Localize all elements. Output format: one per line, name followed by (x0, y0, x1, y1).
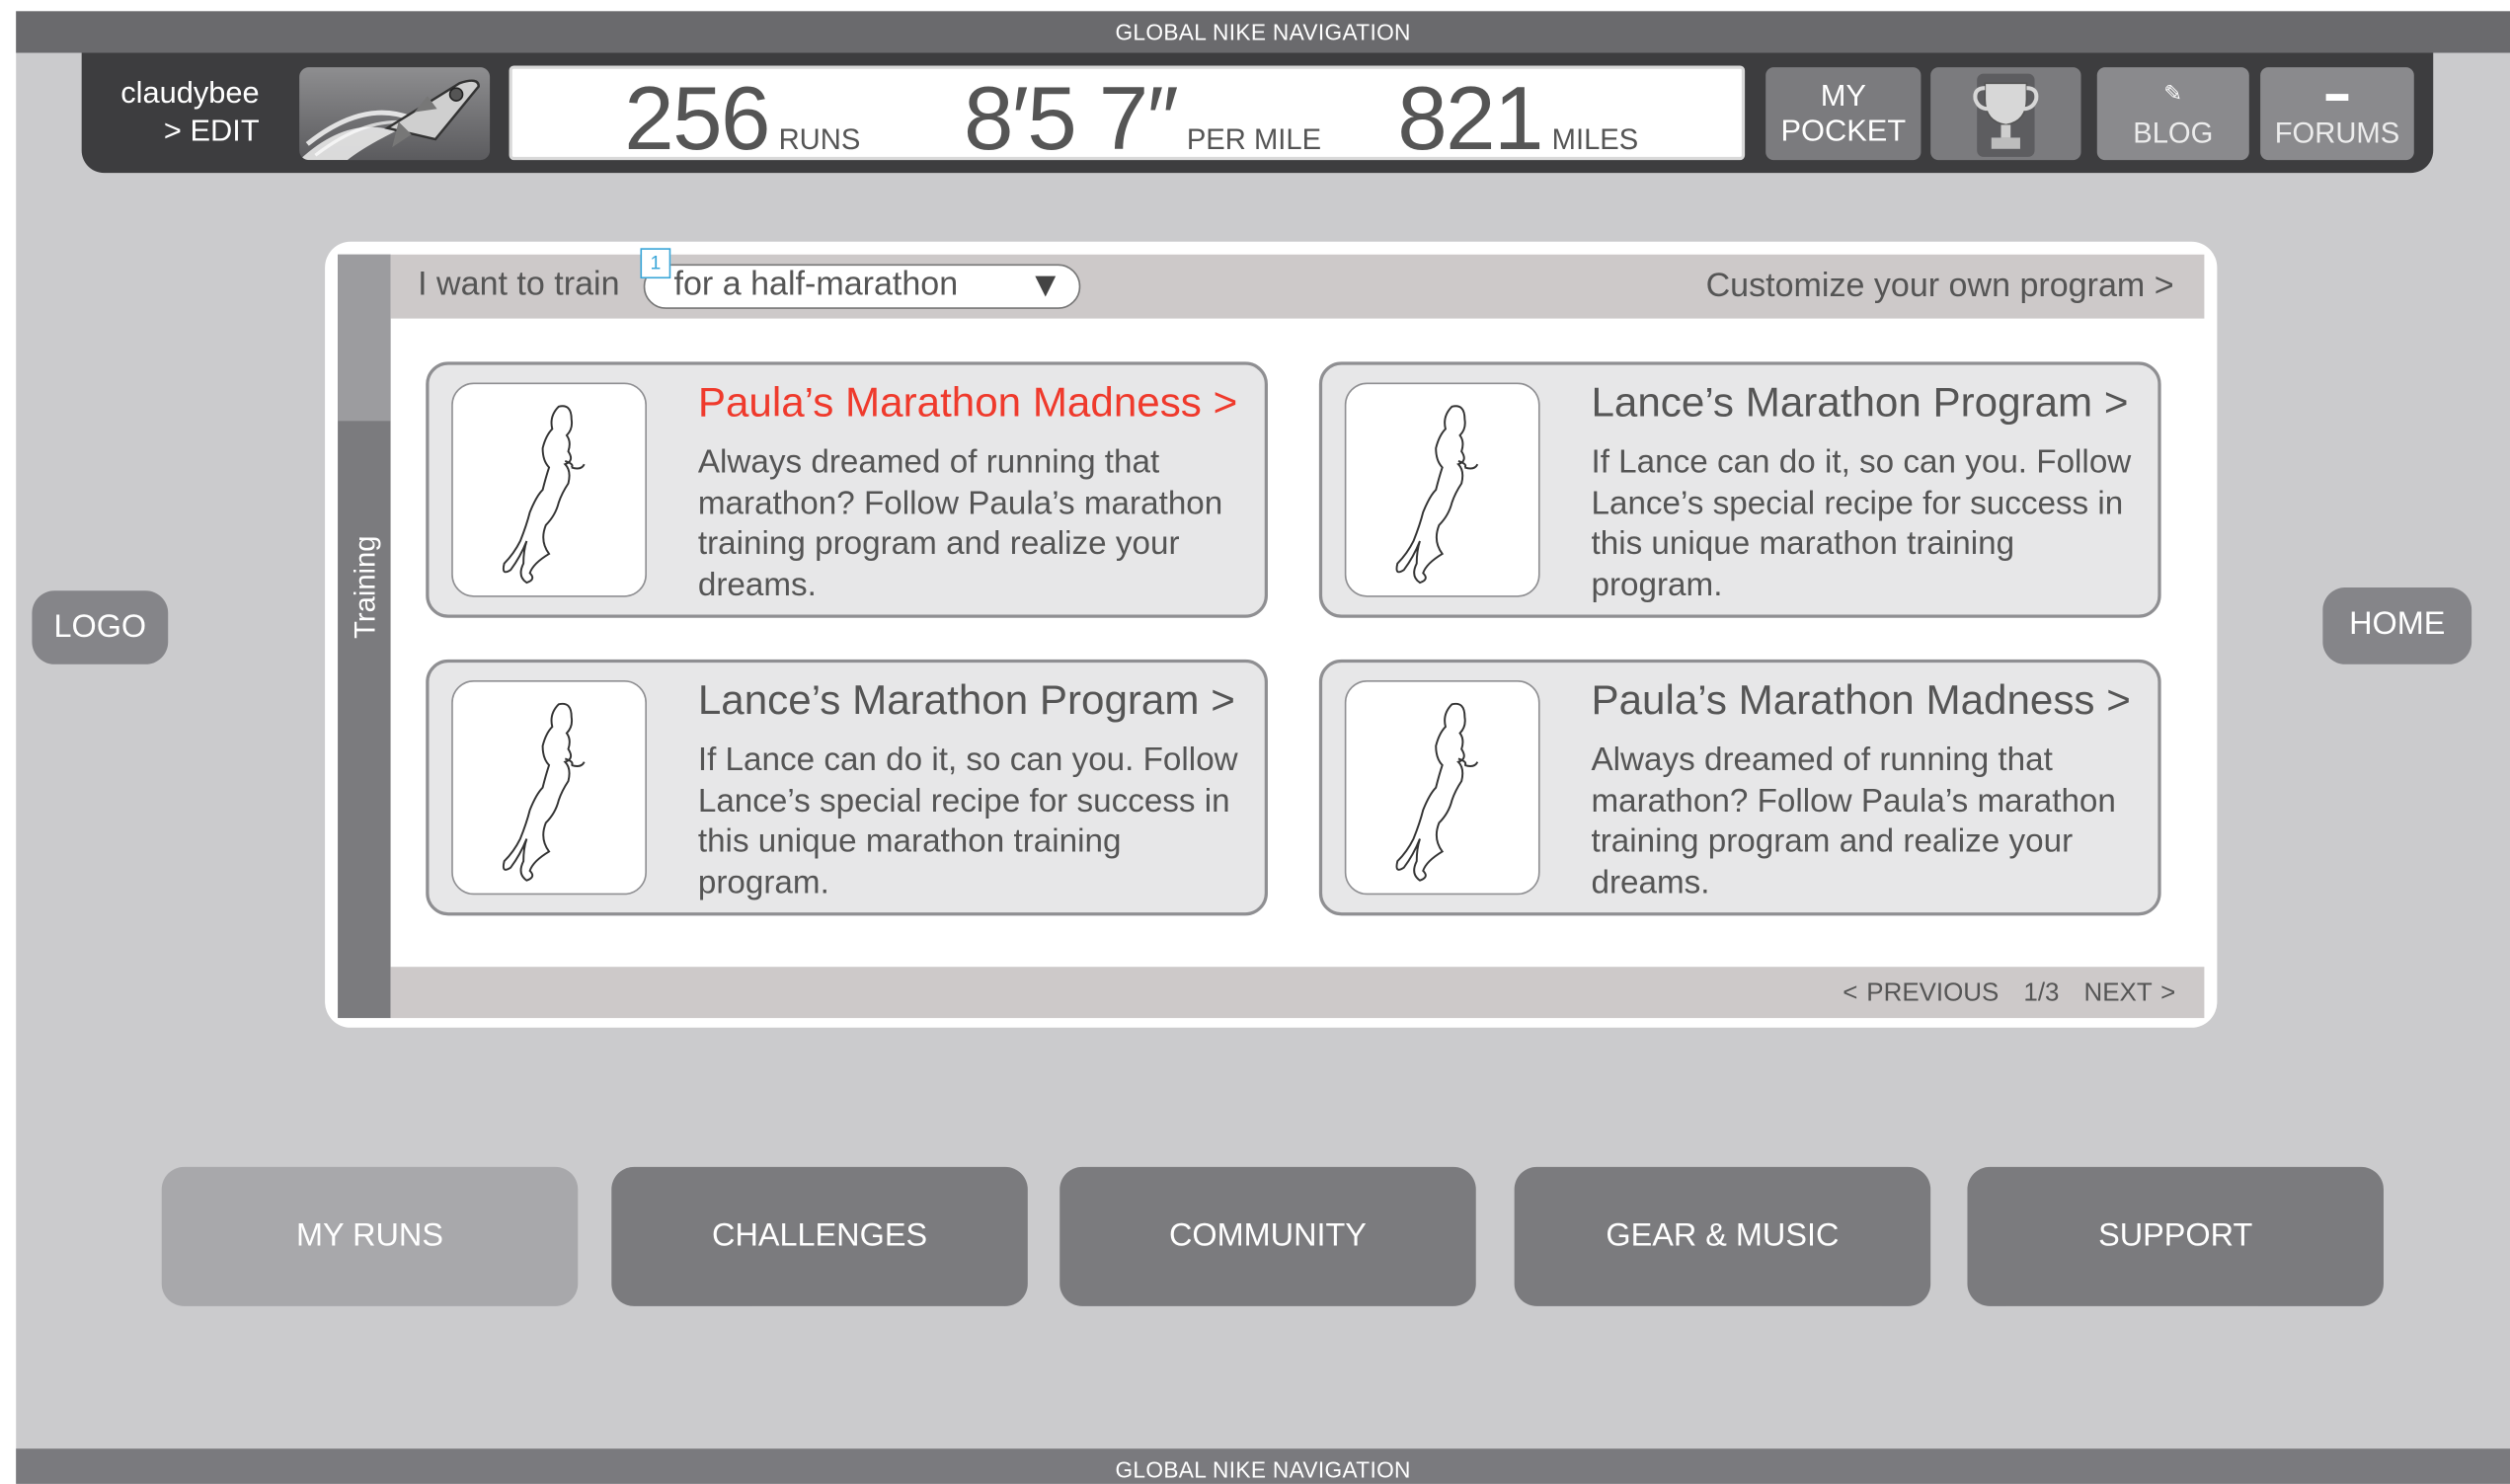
nav-challenges[interactable]: CHALLENGES (611, 1166, 1028, 1306)
runs-stat: 256 RUNS (624, 67, 861, 169)
trophy-button[interactable] (1930, 67, 2081, 161)
logo-button[interactable]: LOGO (32, 590, 169, 664)
customize-program-link[interactable]: Customize your own program > (1706, 268, 2174, 306)
train-goal-select[interactable]: for a half-marathon ▼ (643, 264, 1081, 309)
runner-thumbnail (1344, 680, 1540, 896)
program-description: Always dreamed of running that marathon?… (1591, 741, 2116, 901)
nav-support[interactable]: SUPPORT (1967, 1166, 2384, 1306)
speech-bubble-icon: ▬ (2325, 80, 2349, 106)
nav-my-runs[interactable]: MY RUNS (161, 1166, 579, 1306)
train-filter-label: I want to train (418, 266, 620, 303)
blog-button[interactable]: ✎ BLOG (2096, 67, 2249, 161)
pencil-icon: ✎ (2163, 80, 2183, 106)
runner-thumbnail (1344, 382, 1540, 597)
forums-label: FORUMS (2274, 117, 2400, 149)
nav-gear-music[interactable]: GEAR & MUSIC (1514, 1166, 1931, 1306)
global-nav-bottom[interactable]: GLOBAL NIKE NAVIGATION (16, 1448, 2510, 1484)
training-tab-highlight (338, 254, 391, 422)
pace-unit: PER MILE (1186, 122, 1322, 156)
program-card[interactable]: Lance’s Marathon Program > If Lance can … (1318, 361, 2161, 618)
trophy-icon (1973, 73, 2039, 157)
training-tab-label: Training (349, 535, 381, 639)
stats-panel: 256 RUNS 8′5 7″ PER MILE 821 MILES (509, 65, 1746, 167)
training-tab[interactable]: Training (338, 254, 391, 1019)
pagination: < PREVIOUS 1/3 NEXT > (1827, 979, 2175, 1008)
forums-button[interactable]: ▬ FORUMS (2260, 67, 2414, 161)
runner-thumbnail (451, 680, 647, 896)
previous-page-link[interactable]: < PREVIOUS (1843, 979, 1999, 1007)
train-goal-value: for a half-marathon (673, 266, 959, 303)
program-description: If Lance can do it, so can you. Follow L… (697, 741, 1238, 901)
avatar[interactable] (299, 67, 491, 161)
program-card[interactable]: Paula’s Marathon Madness > Always dreame… (1318, 659, 2161, 916)
runner-icon (1395, 405, 1479, 585)
program-title[interactable]: Paula’s Marathon Madness > (1591, 675, 2130, 725)
blog-label: BLOG (2133, 117, 2214, 149)
home-button[interactable]: HOME (2322, 586, 2472, 664)
miles-stat: 821 MILES (1397, 67, 1639, 169)
edit-profile-link[interactable]: > EDIT (116, 114, 260, 152)
dropdown-caret-icon: ▼ (1028, 264, 1063, 305)
my-pocket-button[interactable]: MY POCKET (1765, 67, 1922, 161)
pace-value: 8′5 7″ (963, 67, 1179, 169)
runs-count: 256 (624, 67, 770, 169)
program-title[interactable]: Paula’s Marathon Madness > (698, 378, 1237, 428)
nav-community[interactable]: COMMUNITY (1059, 1166, 1476, 1306)
program-title[interactable]: Lance’s Marathon Program > (1591, 378, 2128, 428)
runs-unit: RUNS (778, 122, 861, 156)
runner-icon (1395, 702, 1479, 882)
page-indicator: 1/3 (2023, 979, 2060, 1007)
program-title[interactable]: Lance’s Marathon Program > (698, 675, 1235, 725)
program-card[interactable]: Paula’s Marathon Madness > Always dreame… (426, 361, 1268, 618)
runner-thumbnail (451, 382, 647, 597)
program-description: If Lance can do it, so can you. Follow L… (1591, 443, 2132, 604)
page: GLOBAL NIKE NAVIGATION claudybee > EDIT … (0, 0, 2510, 1484)
next-page-link[interactable]: NEXT > (2084, 979, 2176, 1007)
user-block: claudybee > EDIT (116, 75, 260, 152)
pace-stat: 8′5 7″ PER MILE (963, 67, 1322, 169)
program-description: Always dreamed of running that marathon?… (697, 443, 1223, 604)
miles-unit: MILES (1551, 122, 1639, 156)
runner-icon (502, 405, 586, 585)
runner-icon (502, 702, 586, 882)
username: claudybee (120, 76, 260, 111)
annotation-marker: 1 (640, 248, 671, 279)
miles-count: 821 (1397, 67, 1543, 169)
rocket-icon (299, 79, 480, 161)
pagination-bar: < PREVIOUS 1/3 NEXT > (390, 967, 2205, 1019)
global-nav-top[interactable]: GLOBAL NIKE NAVIGATION (16, 11, 2510, 53)
program-card[interactable]: Lance’s Marathon Program > If Lance can … (426, 659, 1268, 916)
